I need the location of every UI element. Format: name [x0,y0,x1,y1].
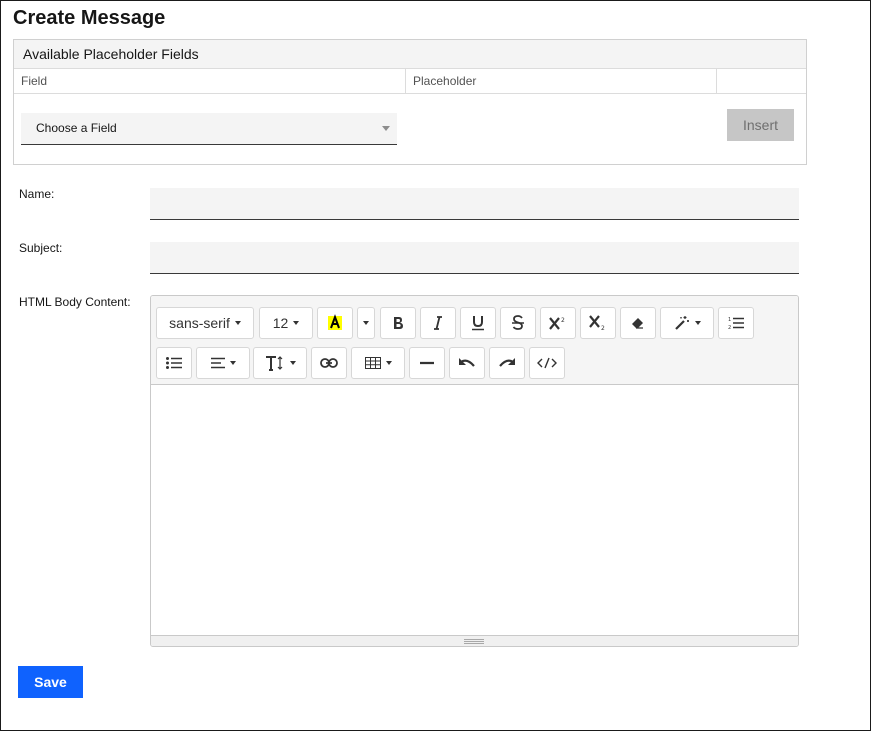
strikethrough-icon [511,315,525,331]
align-icon [210,357,225,369]
placeholder-panel-title: Available Placeholder Fields [14,40,806,69]
caret-down-icon [363,321,369,325]
chevron-down-icon [382,126,390,131]
redo-icon [498,357,516,369]
column-action [716,69,807,93]
font-size-value: 12 [272,315,289,331]
horizontal-rule-button[interactable] [409,347,445,379]
link-button[interactable] [311,347,347,379]
superscript-button[interactable]: 2 [540,307,576,339]
italic-icon [431,316,445,330]
unordered-list-button[interactable] [156,347,192,379]
caret-down-icon [694,321,701,325]
caret-down-icon [385,361,392,365]
svg-text:1: 1 [728,317,731,323]
svg-text:2: 2 [728,325,731,330]
underline-icon [471,315,485,331]
ordered-list-icon: 12 [728,316,744,330]
placeholder-fields-panel: Available Placeholder Fields Field Place… [13,39,807,165]
line-height-dropdown-button[interactable] [253,347,307,379]
color-dropdown-button[interactable] [357,307,375,339]
table-icon [364,357,381,369]
link-icon [320,358,338,368]
insert-button[interactable]: Insert [727,109,794,141]
caret-down-icon [289,361,296,365]
code-view-button[interactable] [529,347,565,379]
column-placeholder: Placeholder [405,69,716,93]
font-family-value: sans-serif [169,315,230,331]
style-dropdown-button[interactable] [660,307,714,339]
redo-button[interactable] [489,347,525,379]
strikethrough-button[interactable] [500,307,536,339]
subscript-button[interactable]: 2 [580,307,616,339]
bold-button[interactable] [380,307,416,339]
placeholder-table-header: Field Placeholder [14,69,806,94]
unordered-list-icon [166,357,182,369]
highlight-color-icon [327,314,343,332]
editor-resize-bar[interactable] [151,635,798,646]
name-label: Name: [19,187,55,201]
caret-down-icon [234,321,241,325]
resize-grip-icon [464,639,484,644]
eraser-icon [631,317,645,329]
ordered-list-button[interactable]: 12 [718,307,754,339]
highlight-color-button[interactable] [317,307,353,339]
caret-down-icon [293,321,300,325]
font-family-dropdown[interactable]: sans-serif [156,307,254,339]
page-title: Create Message [13,7,166,29]
code-view-icon [537,357,557,369]
save-button[interactable]: Save [18,666,83,698]
magic-wand-icon [674,315,690,331]
align-dropdown-button[interactable] [196,347,250,379]
bold-icon [391,316,405,330]
field-select[interactable]: Choose a Field [21,113,397,145]
svg-text:2: 2 [601,325,605,331]
html-editor: sans-serif 12 2 2 1 2 [150,295,799,647]
font-size-dropdown[interactable]: 12 [259,307,313,339]
field-select-value: Choose a Field [36,121,117,135]
undo-button[interactable] [449,347,485,379]
body-label: HTML Body Content: [19,295,131,309]
line-height-icon [265,355,285,371]
name-input[interactable] [150,188,799,220]
horizontal-rule-icon [420,361,434,365]
svg-text:2: 2 [561,317,565,324]
subscript-icon: 2 [589,315,607,331]
undo-icon [458,357,476,369]
italic-button[interactable] [420,307,456,339]
table-dropdown-button[interactable] [351,347,405,379]
editor-toolbar: sans-serif 12 2 2 1 2 [151,296,798,385]
column-field: Field [21,74,48,88]
superscript-icon: 2 [549,316,567,330]
subject-input[interactable] [150,242,799,274]
eraser-button[interactable] [620,307,656,339]
subject-label: Subject: [19,241,63,255]
editor-content-area[interactable] [151,385,798,635]
underline-button[interactable] [460,307,496,339]
caret-down-icon [229,361,236,365]
